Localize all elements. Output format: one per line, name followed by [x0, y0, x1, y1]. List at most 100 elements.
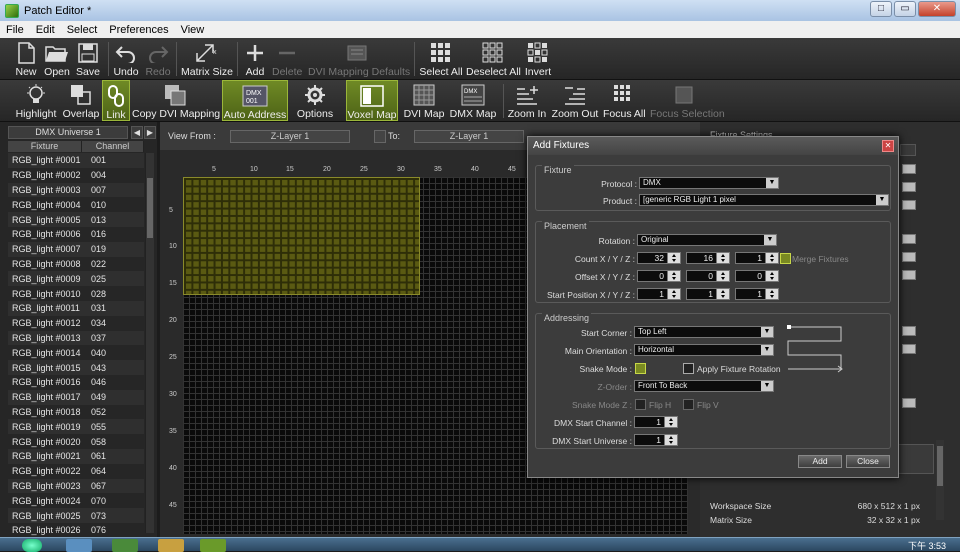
redo-button[interactable]: Redo: [143, 38, 173, 79]
copy-dvi-mapping-button[interactable]: Copy DVI Mapping: [132, 80, 220, 121]
apply-rotation-checkbox[interactable]: [683, 363, 694, 374]
start-x-field[interactable]: 1: [637, 288, 681, 300]
minimize-button[interactable]: □: [870, 1, 892, 17]
close-button[interactable]: ✕: [918, 1, 956, 17]
start-corner-select[interactable]: Top Left ▼: [634, 326, 774, 338]
list-item[interactable]: RGB_light #0019 055: [8, 419, 144, 435]
delete-button[interactable]: Delete: [272, 38, 302, 79]
auto-address-button[interactable]: DMX 001 Auto Address: [222, 80, 288, 121]
undo-button[interactable]: Undo: [111, 38, 141, 79]
new-button[interactable]: New: [11, 38, 41, 79]
settings-dropdown[interactable]: [902, 234, 916, 244]
main-orientation-select[interactable]: Horizontal ▼: [634, 344, 774, 356]
fixture-block[interactable]: [183, 177, 420, 295]
settings-dropdown[interactable]: [902, 398, 916, 408]
dmx-start-channel-field[interactable]: 1: [634, 416, 678, 428]
list-item[interactable]: RGB_light #0024 070: [8, 493, 144, 509]
close-dialog-button[interactable]: Close: [846, 455, 890, 468]
matrix-size-button[interactable]: x Matrix Size: [181, 38, 233, 79]
list-item[interactable]: RGB_light #0011 031: [8, 300, 144, 316]
menu-view[interactable]: View: [175, 24, 211, 36]
rotation-select[interactable]: Original ▼: [637, 234, 777, 246]
merge-fixtures-checkbox[interactable]: [780, 253, 791, 264]
options-button[interactable]: Options: [294, 80, 336, 121]
taskbar-app-icon[interactable]: [112, 539, 138, 552]
z-order-select[interactable]: Front To Back ▼: [634, 380, 774, 392]
list-item[interactable]: RGB_light #0009 025: [8, 271, 144, 287]
deselect-all-button[interactable]: Deselect All: [466, 38, 521, 79]
menu-select[interactable]: Select: [61, 24, 104, 36]
count-x-field[interactable]: 32: [637, 252, 681, 264]
voxel-map-button[interactable]: Voxel Map: [346, 80, 398, 121]
list-item[interactable]: RGB_light #0018 052: [8, 404, 144, 420]
list-item[interactable]: RGB_light #0016 046: [8, 374, 144, 390]
list-item[interactable]: RGB_light #0012 034: [8, 315, 144, 331]
offset-x-field[interactable]: 0: [637, 270, 681, 282]
col-fixture[interactable]: Fixture: [8, 141, 82, 152]
view-from-select[interactable]: Z-Layer 1: [230, 130, 350, 143]
product-select[interactable]: [generic RGB Light 1 pixel ▼: [639, 194, 889, 206]
list-item[interactable]: RGB_light #0022 064: [8, 463, 144, 479]
settings-dropdown[interactable]: [902, 182, 916, 192]
fixture-list-scrollbar[interactable]: [145, 153, 154, 533]
list-item[interactable]: RGB_light #0003 007: [8, 182, 144, 198]
snake-mode-checkbox[interactable]: [635, 363, 646, 374]
invert-button[interactable]: Invert: [523, 38, 553, 79]
col-channel[interactable]: Channel: [82, 141, 144, 152]
list-item[interactable]: RGB_light #0008 022: [8, 256, 144, 272]
universe-selector[interactable]: DMX Universe 1: [8, 126, 128, 139]
add-fixtures-button[interactable]: Add: [798, 455, 842, 468]
menu-preferences[interactable]: Preferences: [103, 24, 174, 36]
list-item[interactable]: RGB_light #0005 013: [8, 212, 144, 227]
list-item[interactable]: RGB_light #0020 058: [8, 434, 144, 449]
dmx-map-button[interactable]: DMX DMX Map: [449, 80, 497, 121]
open-button[interactable]: Open: [42, 38, 72, 79]
count-y-field[interactable]: 16: [686, 252, 730, 264]
list-item[interactable]: RGB_light #0006 016: [8, 226, 144, 242]
list-item[interactable]: RGB_light #0026 076: [8, 522, 144, 538]
count-z-field[interactable]: 1: [735, 252, 779, 264]
settings-dropdown[interactable]: [902, 164, 916, 174]
menu-file[interactable]: File: [0, 24, 30, 36]
zoom-out-button[interactable]: Zoom Out: [551, 80, 599, 121]
focus-selection-button[interactable]: Focus Selection: [650, 80, 725, 121]
link-button[interactable]: Link: [102, 80, 130, 121]
zoom-in-button[interactable]: Zoom In: [507, 80, 547, 121]
highlight-button[interactable]: Highlight: [14, 80, 58, 121]
taskbar-madmapper-icon[interactable]: [200, 539, 226, 552]
dmx-start-universe-field[interactable]: 1: [634, 434, 678, 446]
universe-prev-button[interactable]: ◀: [131, 126, 143, 139]
dvi-map-button[interactable]: DVI Map: [402, 80, 446, 121]
focus-all-button[interactable]: Focus All: [603, 80, 646, 121]
dialog-close-icon[interactable]: ✕: [882, 140, 894, 152]
start-y-field[interactable]: 1: [686, 288, 730, 300]
settings-dropdown[interactable]: [902, 252, 916, 262]
list-item[interactable]: RGB_light #0004 010: [8, 197, 144, 213]
overlap-button[interactable]: Overlap: [62, 80, 100, 121]
universe-next-button[interactable]: ▶: [144, 126, 156, 139]
list-item[interactable]: RGB_light #0023 067: [8, 478, 144, 494]
settings-dropdown[interactable]: [902, 270, 916, 280]
list-item[interactable]: RGB_light #0014 040: [8, 345, 144, 361]
flip-v-checkbox[interactable]: [683, 399, 694, 410]
list-item[interactable]: RGB_light #0007 019: [8, 241, 144, 257]
offset-z-field[interactable]: 0: [735, 270, 779, 282]
list-item[interactable]: RGB_light #0002 004: [8, 167, 144, 183]
taskbar-app-icon[interactable]: [66, 539, 92, 552]
add-button[interactable]: Add: [241, 38, 269, 79]
maximize-button[interactable]: ▭: [894, 1, 916, 17]
layer-lock-button[interactable]: [374, 130, 386, 143]
save-button[interactable]: Save: [73, 38, 103, 79]
settings-field[interactable]: [900, 144, 916, 156]
start-z-field[interactable]: 1: [735, 288, 779, 300]
list-item[interactable]: RGB_light #0015 043: [8, 360, 144, 375]
select-all-button[interactable]: Select All: [419, 38, 463, 79]
list-item[interactable]: RGB_light #0017 049: [8, 389, 144, 405]
to-select[interactable]: Z-Layer 1: [414, 130, 524, 143]
list-item[interactable]: RGB_light #0013 037: [8, 330, 144, 346]
list-item[interactable]: RGB_light #0001 001: [8, 153, 144, 168]
menu-edit[interactable]: Edit: [30, 24, 61, 36]
dvi-mapping-defaults-button[interactable]: DVI Mapping Defaults: [308, 38, 410, 79]
snake-mode-z-checkbox[interactable]: [635, 399, 646, 410]
list-item[interactable]: RGB_light #0021 061: [8, 448, 144, 464]
